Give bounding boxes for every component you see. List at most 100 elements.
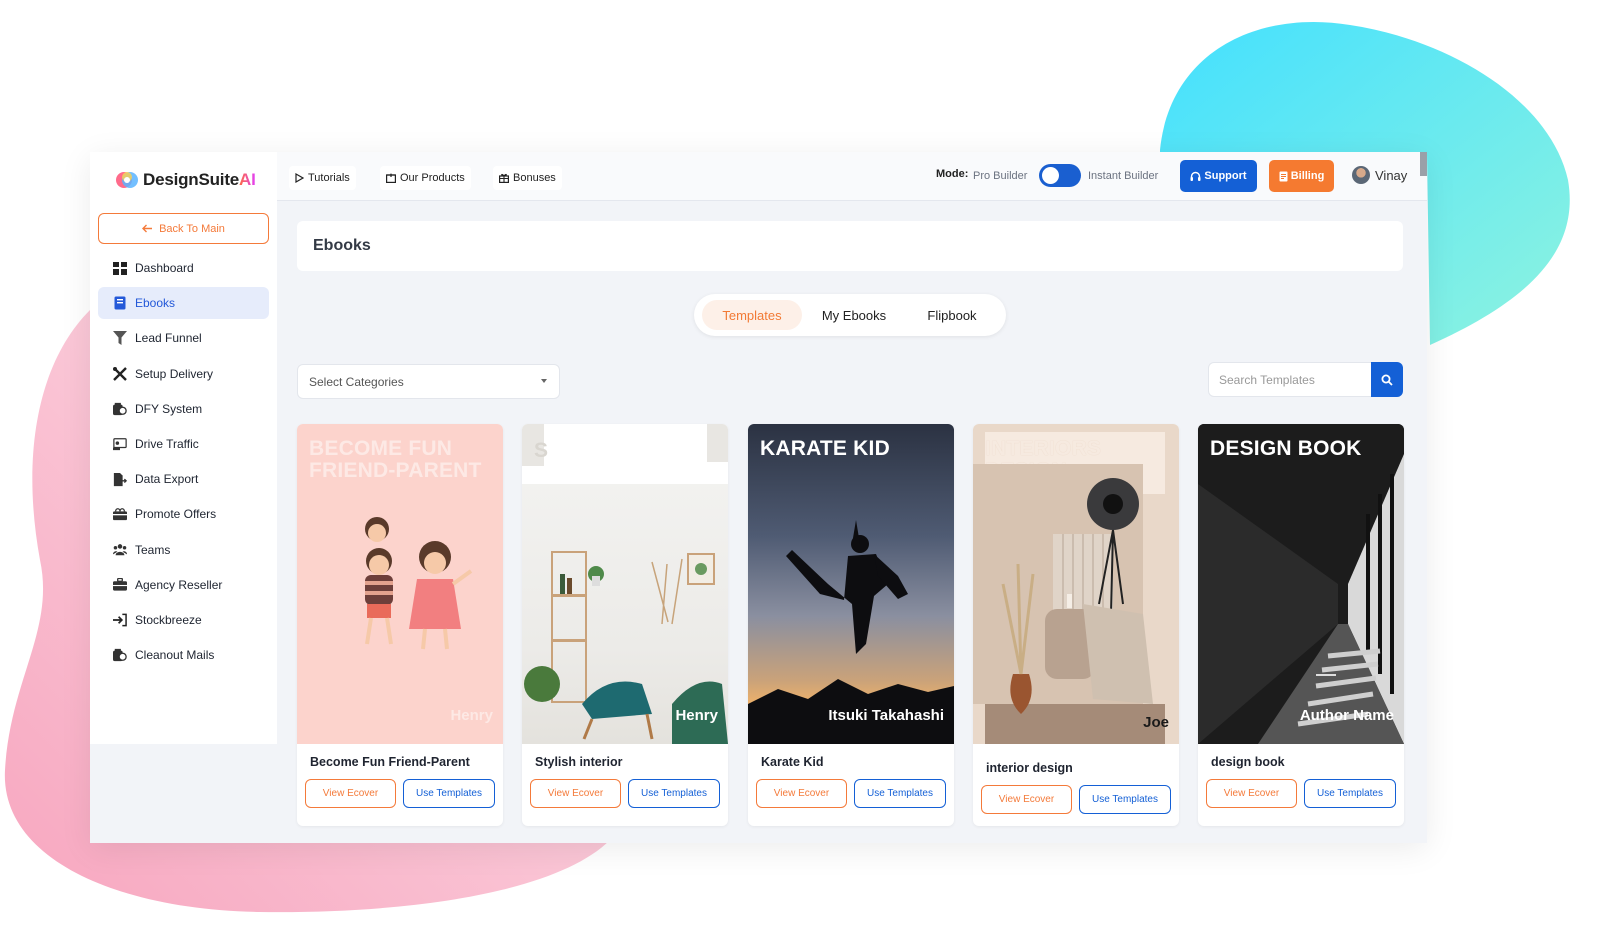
tab-flipbook[interactable]: Flipbook xyxy=(908,300,996,330)
tutorials-label: Tutorials xyxy=(308,172,350,184)
sidebar-item-stockbreeze[interactable]: Stockbreeze xyxy=(98,604,269,636)
view-ecover-button[interactable]: View Ecover xyxy=(981,785,1072,814)
avatar xyxy=(1352,166,1370,184)
arrow-left-icon xyxy=(142,224,153,233)
mail-clean-icon xyxy=(113,648,127,662)
export-icon xyxy=(113,472,127,486)
cover-title: KARATE KID xyxy=(760,437,890,460)
view-ecover-button[interactable]: View Ecover xyxy=(756,779,847,808)
category-select[interactable]: Select Categories xyxy=(297,364,560,399)
sidebar-item-cleanout-mails[interactable]: Cleanout Mails xyxy=(98,639,269,671)
our-products-link[interactable]: Our Products xyxy=(380,166,471,190)
receipt-icon xyxy=(1279,171,1288,181)
sidebar-item-dfy-system[interactable]: DFY System xyxy=(98,393,269,425)
template-cover-image[interactable]: DESIGN BOOK Author Name xyxy=(1198,424,1404,744)
grid-icon xyxy=(113,261,127,275)
tab-label: Flipbook xyxy=(927,307,977,323)
sidebar-item-dashboard[interactable]: Dashboard xyxy=(98,252,269,284)
funnel-icon xyxy=(113,331,127,346)
back-to-main-label: Back To Main xyxy=(159,222,225,235)
offers-icon xyxy=(113,507,127,521)
template-card: S Henry Stylish interior View Ecover Use… xyxy=(522,424,728,826)
box-icon xyxy=(386,173,396,183)
sidebar-item-teams[interactable]: Teams xyxy=(98,534,269,566)
use-templates-button[interactable]: Use Templates xyxy=(1079,785,1171,814)
sidebar-item-promote-offers[interactable]: Promote Offers xyxy=(98,498,269,530)
view-ecover-button[interactable]: View Ecover xyxy=(1206,779,1297,808)
cover-author: Author Name xyxy=(1299,707,1394,724)
tab-my-ebooks[interactable]: My Ebooks xyxy=(808,300,900,330)
search-icon xyxy=(1381,374,1393,386)
headset-icon xyxy=(1190,171,1201,181)
billing-button[interactable]: Billing xyxy=(1269,160,1334,192)
bonuses-label: Bonuses xyxy=(513,172,556,184)
tab-templates[interactable]: Templates xyxy=(702,300,802,330)
bonuses-link[interactable]: Bonuses xyxy=(493,166,562,190)
template-cover-image[interactable]: INTERIORS DESIGN xyxy=(973,424,1179,744)
book-icon xyxy=(113,296,127,310)
template-cover-image[interactable]: KARATE KID Itsuki Takahashi xyxy=(748,424,954,744)
topbar: Tutorials Our Products Bonuses Mode: Pro… xyxy=(277,152,1427,201)
sidebar-item-label: Stockbreeze xyxy=(135,612,202,627)
cover-author: Henry xyxy=(450,707,493,724)
app-window: DesignSuiteAI Back To Main Dashboard Ebo… xyxy=(90,152,1427,843)
user-name: Vinay xyxy=(1375,167,1408,183)
view-ecover-button[interactable]: View Ecover xyxy=(305,779,396,808)
sidebar-item-label: Agency Reseller xyxy=(135,577,223,592)
search-input[interactable]: Search Templates xyxy=(1208,362,1372,397)
toggle-knob xyxy=(1042,167,1059,184)
our-products-label: Our Products xyxy=(400,172,465,184)
mode-instant-builder-label[interactable]: Instant Builder xyxy=(1088,170,1158,182)
use-templates-button[interactable]: Use Templates xyxy=(628,779,720,808)
use-templates-button[interactable]: Use Templates xyxy=(403,779,495,808)
briefcase-icon xyxy=(113,578,127,592)
use-templates-button[interactable]: Use Templates xyxy=(854,779,946,808)
logo-mark-icon xyxy=(116,172,138,188)
system-icon xyxy=(113,402,127,416)
sidebar-item-drive-traffic[interactable]: Drive Traffic xyxy=(98,428,269,460)
brand-logo[interactable]: DesignSuiteAI xyxy=(115,169,256,191)
builder-mode-toggle[interactable] xyxy=(1039,164,1081,187)
interior-photo xyxy=(973,464,1165,744)
back-to-main-button[interactable]: Back To Main xyxy=(98,213,269,244)
sidebar-item-data-export[interactable]: Data Export xyxy=(98,463,269,495)
sign-in-icon xyxy=(113,613,127,627)
template-name: Stylish interior xyxy=(535,755,623,769)
template-cover-image[interactable]: S Henry xyxy=(522,424,728,744)
cover-author: Joe xyxy=(1143,714,1169,731)
sidebar: DesignSuiteAI Back To Main Dashboard Ebo… xyxy=(90,152,277,744)
sidebar-item-setup-delivery[interactable]: Setup Delivery xyxy=(98,358,269,390)
cover-author: Itsuki Takahashi xyxy=(828,707,944,724)
user-menu[interactable]: Vinay xyxy=(1352,166,1407,184)
sidebar-item-agency-reseller[interactable]: Agency Reseller xyxy=(98,569,269,601)
category-select-value: Select Categories xyxy=(309,374,404,389)
template-card: BECOME FUN FRIEND-PARENT Henry Become Fu… xyxy=(297,424,503,826)
scrollbar-thumb[interactable] xyxy=(1420,152,1427,176)
template-cover-image[interactable]: BECOME FUN FRIEND-PARENT Henry xyxy=(297,424,503,744)
support-button[interactable]: Support xyxy=(1180,160,1257,192)
sidebar-item-label: Teams xyxy=(135,542,171,557)
sidebar-nav: Dashboard Ebooks Lead Funnel Setup Deliv… xyxy=(98,252,269,674)
template-name: Become Fun Friend-Parent xyxy=(310,755,470,769)
use-templates-button[interactable]: Use Templates xyxy=(1304,779,1396,808)
sidebar-item-ebooks[interactable]: Ebooks xyxy=(98,287,269,320)
page-header-card: Ebooks xyxy=(297,221,1403,271)
tab-label: My Ebooks xyxy=(821,307,887,323)
sidebar-item-lead-funnel[interactable]: Lead Funnel xyxy=(98,322,269,354)
ebook-tabs: Templates My Ebooks Flipbook xyxy=(694,294,1006,336)
cover-author: Henry xyxy=(675,707,718,724)
search-button[interactable] xyxy=(1371,362,1403,397)
mode-pro-builder-label[interactable]: Pro Builder xyxy=(973,170,1027,182)
tutorials-link[interactable]: Tutorials xyxy=(289,166,356,190)
view-ecover-button[interactable]: View Ecover xyxy=(530,779,621,808)
sidebar-item-label: Promote Offers xyxy=(135,507,217,522)
page-title: Ebooks xyxy=(313,237,371,254)
template-card: KARATE KID Itsuki Takahashi Karate Kid V… xyxy=(748,424,954,826)
template-name: interior design xyxy=(986,761,1073,775)
template-name: Karate Kid xyxy=(761,755,824,769)
gift-icon xyxy=(499,173,509,183)
cover-title: DESIGN BOOK xyxy=(1210,437,1362,460)
caret-down-icon xyxy=(541,379,547,383)
tab-label: Templates xyxy=(722,307,782,323)
template-card: INTERIORS DESIGN xyxy=(973,424,1179,826)
